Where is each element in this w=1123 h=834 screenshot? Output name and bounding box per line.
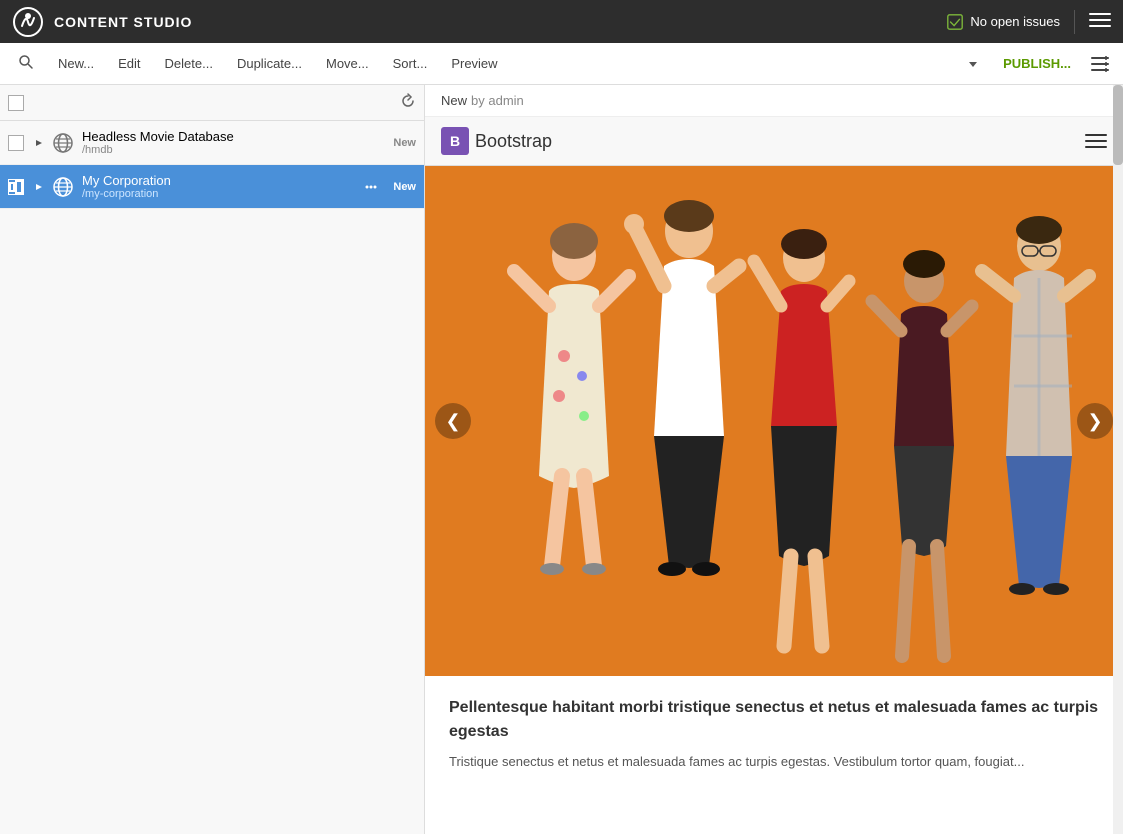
item-badge-my-corporation: New xyxy=(393,181,416,193)
item-info-my-corporation: My Corporation /my-corporation xyxy=(82,173,361,200)
item-checkbox-my-corporation[interactable] xyxy=(8,179,24,195)
expand-arrow-my-corporation[interactable] xyxy=(30,178,48,196)
item-path-hmdb: /hmdb xyxy=(82,144,385,156)
item-name-hmdb: Headless Movie Database xyxy=(82,129,385,144)
text-content: Pellentesque habitant morbi tristique se… xyxy=(425,676,1123,793)
toolbar: New... Edit Delete... Duplicate... Move.… xyxy=(0,43,1123,85)
bootstrap-text: Bootstrap xyxy=(475,131,552,152)
item-checkbox-hmdb[interactable] xyxy=(8,135,24,151)
preview-header: New by admin xyxy=(425,85,1123,117)
item-badge-hmdb: New xyxy=(393,137,416,149)
checkmark-icon xyxy=(946,13,964,31)
kebab-menu-icon[interactable] xyxy=(361,177,381,197)
duplicate-button[interactable]: Duplicate... xyxy=(227,52,312,75)
carousel-next-button[interactable]: ❯ xyxy=(1077,403,1113,439)
bootstrap-bar: B Bootstrap xyxy=(425,117,1123,166)
main-layout: Headless Movie Database /hmdb New My Cor… xyxy=(0,85,1123,834)
hamburger-menu-icon[interactable] xyxy=(1089,9,1111,34)
list-view-icon[interactable] xyxy=(1085,49,1115,79)
sort-button[interactable]: Sort... xyxy=(383,52,438,75)
edit-button[interactable]: Edit xyxy=(108,52,150,75)
right-panel[interactable]: New by admin B Bootstrap xyxy=(425,85,1123,834)
dropdown-arrow-icon[interactable] xyxy=(957,48,989,80)
globe-icon-my-corporation xyxy=(52,176,74,198)
tree-item-hmdb[interactable]: Headless Movie Database /hmdb New xyxy=(0,121,424,165)
item-info-hmdb: Headless Movie Database /hmdb xyxy=(82,129,385,156)
preview-by: by admin xyxy=(471,93,524,108)
select-all-checkbox[interactable] xyxy=(8,95,24,111)
no-issues-indicator: No open issues xyxy=(946,13,1060,31)
tree-item-my-corporation[interactable]: My Corporation /my-corporation New xyxy=(0,165,424,209)
bootstrap-nav-toggle[interactable] xyxy=(1085,134,1107,148)
preview-status: New xyxy=(441,93,467,108)
item-path-my-corporation: /my-corporation xyxy=(82,188,361,200)
delete-button[interactable]: Delete... xyxy=(155,52,223,75)
search-button[interactable] xyxy=(8,50,44,77)
scrollbar-thumb[interactable] xyxy=(1113,85,1123,165)
app-logo-icon xyxy=(12,6,44,38)
bootstrap-logo: B Bootstrap xyxy=(441,127,552,155)
new-button[interactable]: New... xyxy=(48,52,104,75)
carousel-prev-button[interactable]: ❮ xyxy=(435,403,471,439)
left-panel-header xyxy=(0,85,424,121)
item-name-my-corporation: My Corporation xyxy=(82,173,361,188)
carousel-people-image xyxy=(434,176,1114,676)
scrollbar-track[interactable] xyxy=(1113,85,1123,834)
content-subtext: Tristique senectus et netus et malesuada… xyxy=(449,752,1099,773)
bootstrap-b-icon: B xyxy=(441,127,469,155)
left-panel: Headless Movie Database /hmdb New My Cor… xyxy=(0,85,425,834)
refresh-icon[interactable] xyxy=(400,93,416,112)
topbar: CONTENT STUDIO No open issues xyxy=(0,0,1123,43)
carousel: ❮ ❯ xyxy=(425,166,1123,676)
publish-button[interactable]: PUBLISH... xyxy=(993,52,1081,75)
topbar-divider xyxy=(1074,10,1075,34)
app-title: CONTENT STUDIO xyxy=(54,14,946,30)
preview-button[interactable]: Preview xyxy=(441,52,507,75)
globe-icon-hmdb xyxy=(52,132,74,154)
move-button[interactable]: Move... xyxy=(316,52,379,75)
content-heading: Pellentesque habitant morbi tristique se… xyxy=(449,696,1099,744)
expand-arrow-hmdb[interactable] xyxy=(30,134,48,152)
